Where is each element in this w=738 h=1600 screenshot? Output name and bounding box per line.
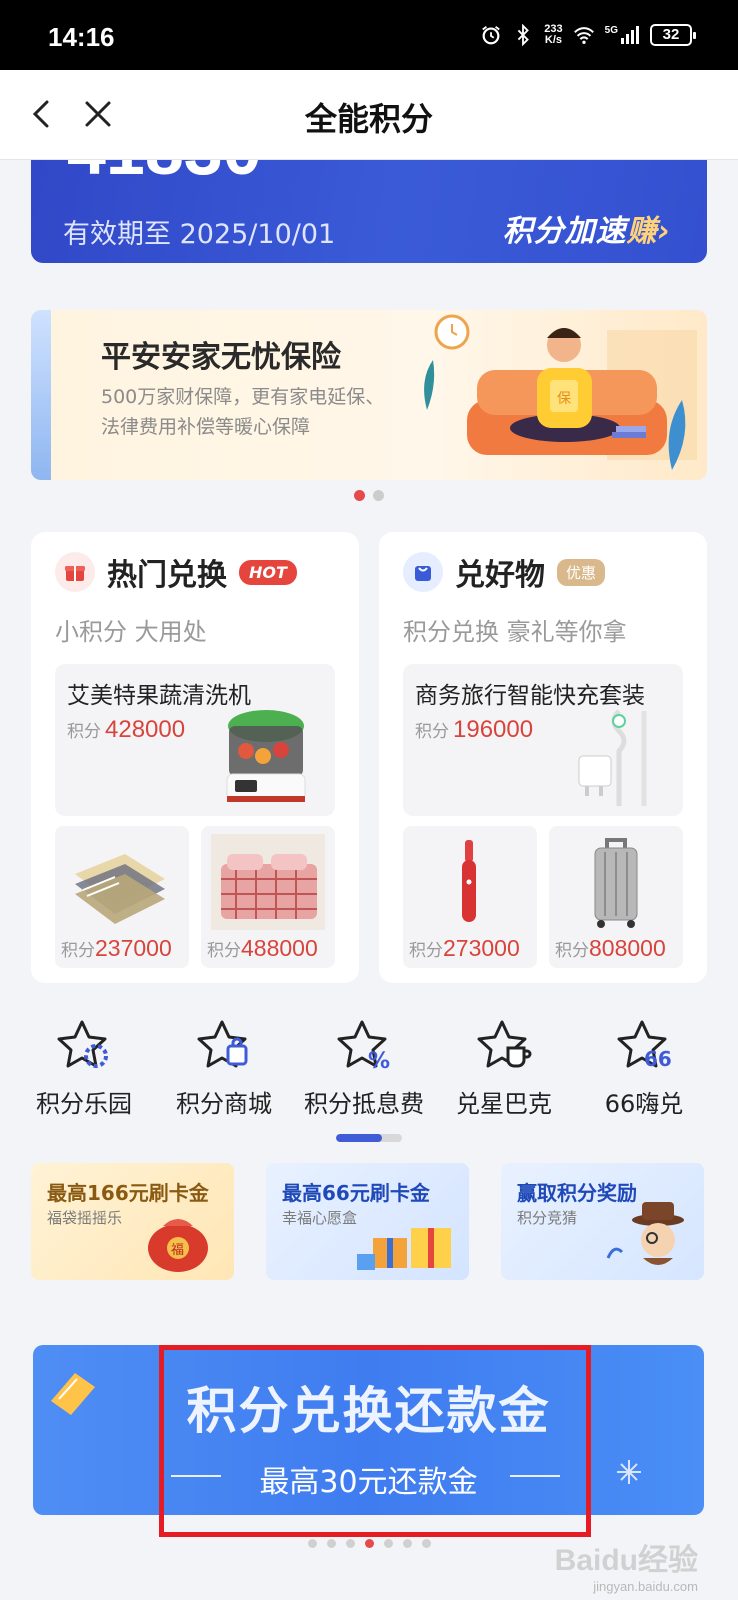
towel-set-image <box>75 854 165 924</box>
good-items-subtitle: 积分兑换 豪礼等你拿 <box>403 618 627 646</box>
person-on-sofa-illustration: 保 <box>424 314 697 470</box>
status-time: 14:16 <box>48 22 115 52</box>
pagination-dot <box>364 1539 374 1548</box>
hot-exchange-title: 热门兑换 <box>107 558 227 593</box>
promo-subtitle: 幸福心愿盒 <box>282 1209 358 1227</box>
lucky-bag-illustration: 福 <box>148 1219 208 1272</box>
product-name: 商务旅行智能快充套装 <box>415 683 645 709</box>
pagination-dot <box>373 490 384 501</box>
points-card[interactable]: 41830 有效期至 2025/10/01 积分加速赚› <box>31 160 707 263</box>
promo-lucky-bag[interactable]: 最高166元刷卡金 福袋摇摇乐 福 <box>31 1163 234 1280</box>
featured-product[interactable]: 艾美特果蔬清洗机 积分 428000 <box>55 664 335 816</box>
shopping-bag-icon <box>403 552 443 592</box>
detective-illustration <box>606 1202 684 1265</box>
star-dots-icon <box>57 1020 108 1068</box>
shortcut-scroll-indicator <box>336 1134 402 1142</box>
page-title: 全能积分 <box>304 100 433 138</box>
pagination-dot <box>345 1539 355 1548</box>
insurance-banner[interactable]: 平安安家无忧保险 500万家财保障，更有家电延保、 法律费用补偿等暖心保障 保 <box>31 310 707 480</box>
star-bag-icon <box>197 1020 248 1068</box>
product-tile[interactable]: 积分237000 <box>55 826 189 968</box>
baidu-watermark: Baidu经验 jingyan.baidu.com <box>554 1544 698 1594</box>
featured-product[interactable]: 商务旅行智能快充套装 积分 196000 <box>403 664 683 816</box>
star-cup-icon <box>477 1020 532 1068</box>
product-points: 积分237000 <box>61 935 172 961</box>
pagination-dot <box>383 1539 393 1548</box>
product-points: 积分 196000 <box>415 716 534 743</box>
gift-icon <box>55 552 95 592</box>
star-percent-icon: % <box>337 1020 390 1074</box>
points-expiry: 有效期至 2025/10/01 <box>63 219 336 250</box>
product-points: 积分 428000 <box>67 716 186 743</box>
pagination-dot <box>354 490 365 501</box>
nav-bar: 全能积分 <box>0 70 738 160</box>
gift-boxes-illustration <box>357 1228 451 1270</box>
fruit-washer-image <box>226 710 306 802</box>
svg-text:66: 66 <box>644 1047 672 1071</box>
wifi-icon <box>573 27 594 44</box>
banner-title: 平安安家无忧保险 <box>101 340 341 375</box>
promo-subtitle: 福袋摇摇乐 <box>47 1209 123 1227</box>
svg-text:%: % <box>368 1049 390 1074</box>
shortcut-points-mall[interactable]: 积分商城 <box>154 1018 294 1119</box>
banner-pagination <box>0 486 738 505</box>
points-balance: 41830 <box>67 160 262 190</box>
shortcut-points-park[interactable]: 积分乐园 <box>14 1018 154 1119</box>
product-name: 艾美特果蔬清洗机 <box>67 683 251 709</box>
alarm-icon <box>482 26 501 45</box>
hot-exchange-card: 热门兑换 HOT 小积分 大用处 艾美特果蔬清洗机 积分 428000 积分237… <box>31 532 359 983</box>
banner-description: 500万家财保障，更有家电延保、 法律费用补偿等暖心保障 <box>101 386 385 438</box>
product-points: 积分808000 <box>555 935 666 961</box>
charger-kit-image <box>578 709 647 806</box>
promo-subtitle: 积分竞猜 <box>517 1209 578 1227</box>
pagination-dot <box>402 1539 412 1548</box>
electric-toothbrush-image <box>462 840 476 922</box>
accelerate-earn-link[interactable]: 积分加速赚› <box>503 206 671 250</box>
svg-text:保: 保 <box>557 391 571 407</box>
sparkle-icon <box>617 1460 641 1484</box>
hot-exchange-subtitle: 小积分 大用处 <box>55 618 207 646</box>
signal-bars-icon <box>621 26 639 44</box>
shortcut-66-exchange[interactable]: 66 66嗨兑 <box>574 1018 714 1119</box>
highlight-box <box>159 1345 591 1537</box>
good-items-card: 兑好物 优惠 积分兑换 豪礼等你拿 商务旅行智能快充套装 积分 196000 积分… <box>379 532 707 983</box>
bedding-set-image <box>211 834 325 930</box>
shortcut-row: 积分乐园 积分商城 % 积分抵息费 兑星巴克 66 66嗨兑 <box>0 1018 738 1118</box>
hot-badge: HOT <box>239 559 297 585</box>
net-speed: 233 K/s <box>544 23 563 46</box>
bluetooth-icon <box>518 24 530 46</box>
status-icons: 233 K/s 5G 32 <box>480 23 696 46</box>
discount-badge: 优惠 <box>557 558 606 586</box>
battery-indicator: 32 <box>650 24 696 46</box>
star-66-icon: 66 <box>617 1020 672 1071</box>
signal-5g: 5G <box>605 25 640 45</box>
pagination-dot <box>421 1539 431 1548</box>
good-items-header[interactable]: 兑好物 优惠 <box>403 550 606 594</box>
product-tile[interactable]: 积分273000 <box>403 826 537 968</box>
suitcase-image <box>594 838 638 928</box>
product-points: 积分273000 <box>409 935 520 961</box>
svg-text:福: 福 <box>171 1243 184 1258</box>
shortcut-starbucks[interactable]: 兑星巴克 <box>434 1018 574 1119</box>
product-points: 积分488000 <box>207 935 318 961</box>
previous-banner-peek <box>31 310 51 480</box>
promo-wish-box[interactable]: 最高66元刷卡金 幸福心愿盒 <box>266 1163 469 1280</box>
promo-points-quiz[interactable]: 赢取积分奖励 积分竞猜 <box>501 1163 704 1280</box>
product-tile[interactable]: 积分488000 <box>201 826 335 968</box>
pagination-dot <box>307 1539 317 1548</box>
hot-exchange-header[interactable]: 热门兑换 HOT <box>55 550 297 594</box>
pagination-dot <box>326 1539 336 1548</box>
good-items-title: 兑好物 <box>455 558 545 593</box>
product-tile[interactable]: 积分808000 <box>549 826 683 968</box>
status-bar: 14:16 233 K/s 5G 32 <box>0 0 738 70</box>
shortcut-points-interest[interactable]: % 积分抵息费 <box>294 1018 434 1119</box>
